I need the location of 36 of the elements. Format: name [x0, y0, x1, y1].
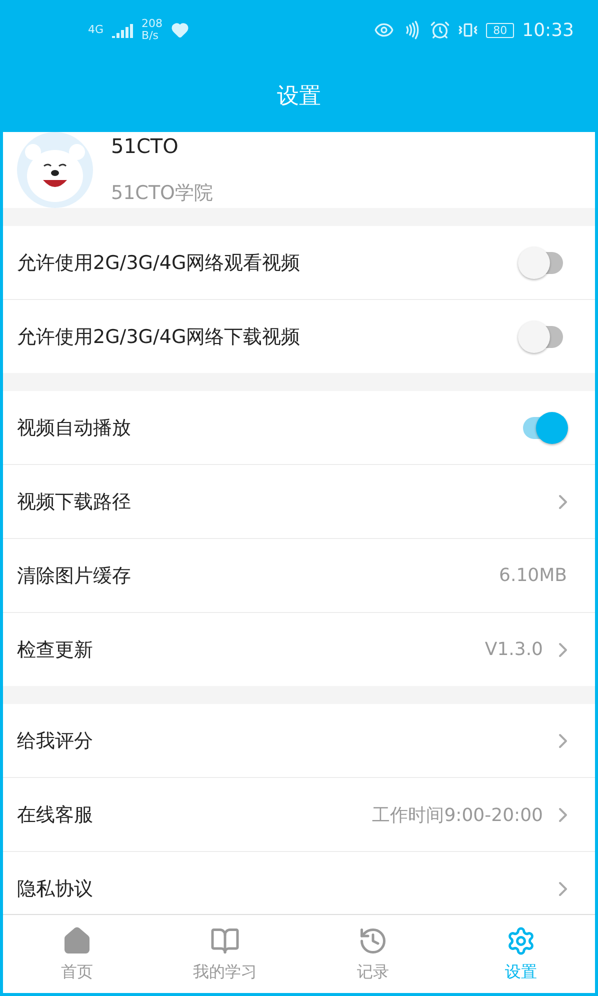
row-label: 允许使用2G/3G/4G网络下载视频 [17, 324, 302, 350]
network-type: 4G [88, 24, 104, 36]
row-label: 清除图片缓存 [17, 564, 132, 588]
row-label: 允许使用2G/3G/4G网络观看视频 [17, 250, 302, 276]
battery-level: 80 [486, 22, 514, 38]
signal-icon [112, 22, 134, 38]
page-title: 设置 [277, 83, 321, 111]
speed-unit: B/s [142, 30, 160, 42]
row-label: 隐私协议 [17, 876, 94, 902]
profile-card[interactable]: 51CTO 51CTO学院 [3, 132, 595, 208]
settings-row[interactable]: 允许使用2G/3G/4G网络观看视频 [3, 226, 595, 299]
home-icon [62, 926, 92, 956]
settings-row[interactable]: 检查更新 V1.3.0 [3, 612, 595, 686]
settings-row[interactable]: 视频下载路径 [3, 464, 595, 538]
settings-row[interactable]: 允许使用2G/3G/4G网络下载视频 [3, 299, 595, 373]
heart-icon [170, 21, 189, 39]
alarm-icon [430, 20, 450, 40]
settings-row[interactable]: 清除图片缓存 6.10MB [3, 538, 595, 612]
row-value: 6.10MB [499, 565, 567, 586]
history-icon [358, 926, 388, 956]
row-value: V1.3.0 [484, 639, 543, 660]
book-icon [210, 926, 240, 956]
row-label: 给我评分 [17, 728, 94, 754]
row-label: 视频下载路径 [17, 490, 132, 514]
settings-row[interactable]: 在线客服 工作时间9:00-20:00 [3, 777, 595, 851]
settings-icon [506, 926, 536, 956]
user-name: 51CTO [111, 134, 180, 158]
row-value: 工作时间9:00-20:00 [372, 804, 543, 826]
clock-time: 10:33 [522, 20, 574, 40]
user-subtitle: 51CTO学院 [111, 181, 214, 206]
settings-row[interactable]: 视频自动播放 [3, 391, 595, 464]
settings-row[interactable]: 给我评分 [3, 704, 595, 777]
row-label: 视频自动播放 [17, 416, 132, 440]
network-speed: 208 [142, 18, 163, 30]
row-label: 在线客服 [17, 802, 94, 828]
row-label: 检查更新 [17, 638, 94, 662]
